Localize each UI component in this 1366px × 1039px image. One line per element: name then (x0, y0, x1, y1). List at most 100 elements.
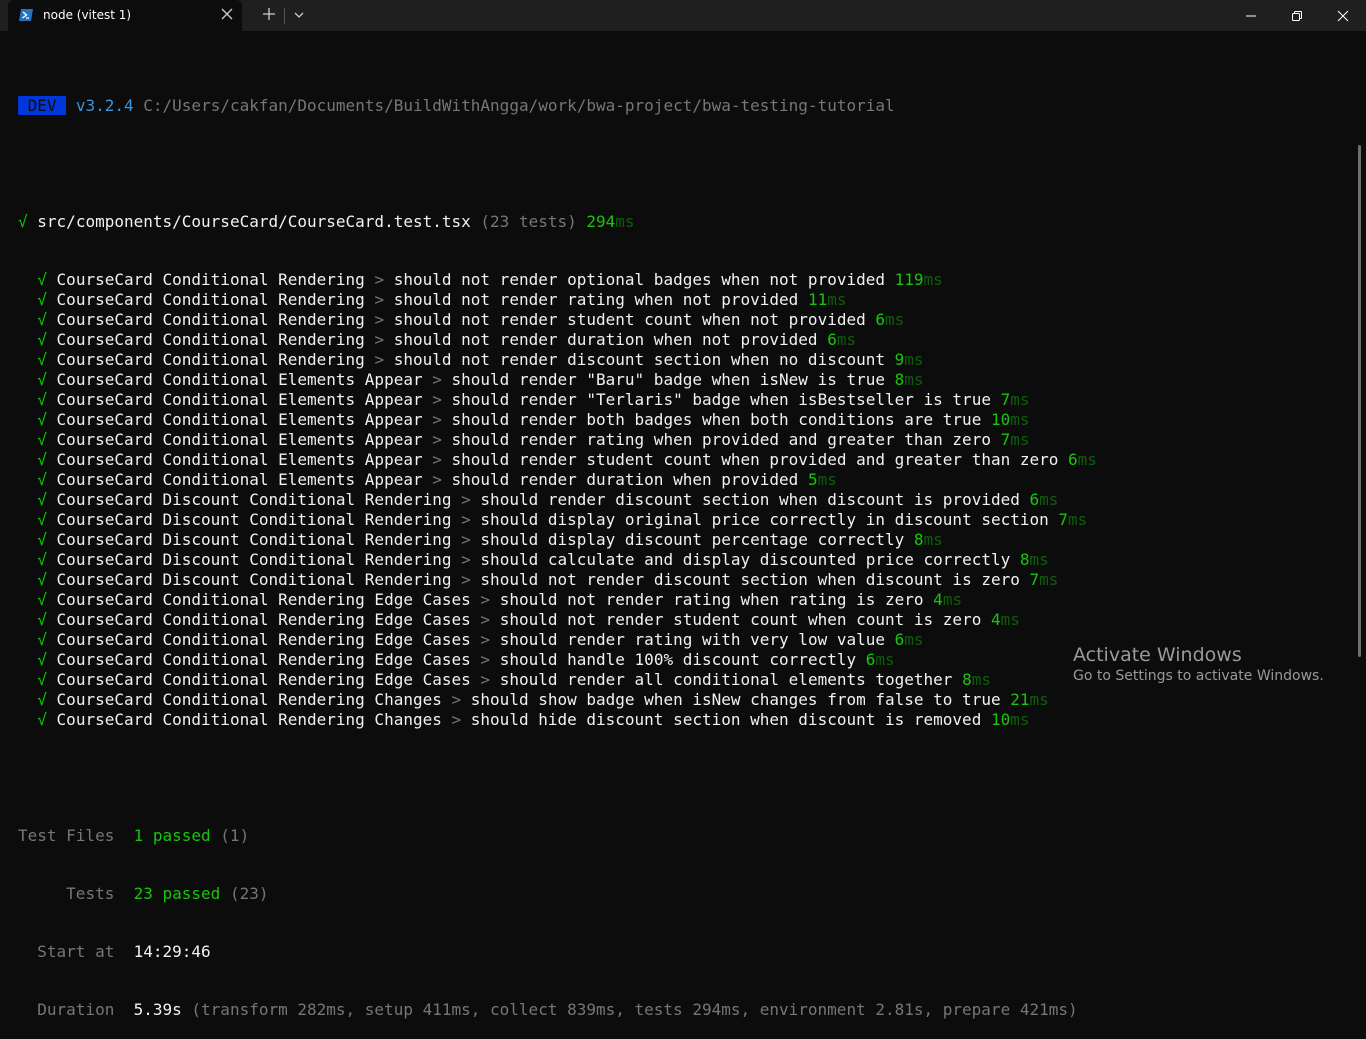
minimize-button[interactable] (1228, 0, 1274, 31)
test-result-row: √ CourseCard Conditional Rendering Chang… (18, 690, 1338, 710)
test-time: 7 (1000, 430, 1011, 449)
summary-files-passed: 1 passed (133, 826, 211, 845)
test-time-unit: ms (827, 290, 847, 309)
test-time-unit: ms (942, 590, 963, 609)
chevron-right-icon: > (374, 270, 385, 289)
test-time: 7 (1058, 510, 1069, 529)
test-suite-name: CourseCard Conditional Elements Appear (56, 470, 423, 489)
test-suite-name: CourseCard Discount Conditional Renderin… (56, 530, 452, 549)
test-result-row: √ CourseCard Conditional Elements Appear… (18, 470, 1338, 490)
minimize-icon (1246, 15, 1256, 17)
test-result-row: √ CourseCard Conditional Elements Appear… (18, 450, 1338, 470)
test-result-row: √ CourseCard Conditional Rendering > sho… (18, 330, 1338, 350)
test-time-unit: ms (904, 630, 924, 649)
check-icon: √ (37, 370, 47, 389)
test-result-row: √ CourseCard Discount Conditional Render… (18, 550, 1338, 570)
test-suite-name: CourseCard Conditional Elements Appear (56, 390, 423, 409)
summary-start-label: Start at (37, 942, 115, 961)
test-result-row: √ CourseCard Conditional Rendering Edge … (18, 610, 1338, 630)
test-suite-name: CourseCard Conditional Elements Appear (56, 410, 423, 429)
chevron-right-icon: > (374, 290, 385, 309)
test-time-unit: ms (1077, 450, 1097, 469)
powershell-icon (19, 9, 33, 21)
test-suite-name: CourseCard Conditional Rendering (56, 330, 365, 349)
test-time-unit: ms (923, 530, 943, 549)
chevron-right-icon: > (451, 690, 462, 709)
test-suite-name: CourseCard Discount Conditional Renderin… (56, 510, 452, 529)
test-time-unit: ms (836, 330, 857, 349)
terminal-output: DEV v3.2.4 C:/Users/cakfan/Documents/Bui… (18, 58, 1338, 1039)
test-suite-name: CourseCard Conditional Rendering Edge Ca… (56, 650, 471, 669)
test-time: 11 (807, 290, 828, 309)
check-icon: √ (37, 510, 47, 529)
chevron-down-icon[interactable] (290, 6, 308, 24)
terminal-tab[interactable]: node (vitest 1) (8, 0, 242, 31)
test-name: should render both badges when both cond… (451, 410, 982, 429)
test-name: should render "Terlaris" badge when isBe… (451, 390, 991, 409)
chevron-right-icon: > (432, 470, 442, 489)
file-time: 294 (586, 212, 616, 231)
close-window-button[interactable] (1320, 0, 1366, 31)
test-suite-name: CourseCard Conditional Rendering (56, 310, 365, 329)
test-time-unit: ms (1029, 690, 1049, 709)
scrollbar[interactable] (1358, 145, 1361, 657)
close-tab-icon[interactable] (219, 6, 235, 22)
test-result-row: √ CourseCard Conditional Elements Appear… (18, 390, 1338, 410)
test-suite-name: CourseCard Discount Conditional Renderin… (56, 570, 452, 589)
test-name: should render rating with very low value (499, 630, 885, 649)
summary-tests-label: Tests (66, 884, 115, 903)
chevron-right-icon: > (461, 510, 471, 529)
new-tab-icon[interactable] (259, 4, 279, 24)
test-suite-name: CourseCard Conditional Elements Appear (56, 430, 423, 449)
chevron-right-icon: > (461, 550, 471, 569)
test-suite-name: CourseCard Discount Conditional Renderin… (56, 550, 452, 569)
test-time-unit: ms (1010, 410, 1030, 429)
test-suite-name: CourseCard Discount Conditional Renderin… (56, 490, 452, 509)
test-result-row: √ CourseCard Conditional Elements Appear… (18, 410, 1338, 430)
summary-duration-value: 5.39s (133, 1000, 182, 1019)
test-file-name: src/components/CourseCard/CourseCard.tes… (37, 212, 471, 231)
test-name: should display original price correctly … (480, 510, 1049, 529)
chevron-right-icon: > (480, 590, 491, 609)
project-path: C:/Users/cakfan/Documents/BuildWithAngga… (143, 96, 895, 115)
check-icon: √ (37, 530, 47, 549)
test-suite-name: CourseCard Conditional Rendering Edge Ca… (56, 590, 471, 609)
chevron-right-icon: > (461, 530, 471, 549)
check-icon: √ (37, 590, 47, 609)
restore-button[interactable] (1274, 0, 1320, 31)
test-time: 5 (807, 470, 818, 489)
test-suite-name: CourseCard Conditional Rendering Edge Ca… (56, 610, 471, 629)
test-time-unit: ms (923, 270, 943, 289)
check-icon: √ (37, 410, 47, 429)
summary-tests-passed: 23 passed (133, 884, 221, 903)
summary-files-label: Test Files (18, 826, 115, 845)
test-result-row: √ CourseCard Conditional Rendering > sho… (18, 350, 1338, 370)
chevron-right-icon: > (432, 390, 442, 409)
test-time: 6 (894, 630, 905, 649)
test-suite-name: CourseCard Conditional Rendering Changes (56, 690, 442, 709)
test-suite-name: CourseCard Conditional Rendering (56, 270, 365, 289)
check-icon: √ (37, 390, 47, 409)
test-result-row: √ CourseCard Discount Conditional Render… (18, 530, 1338, 550)
test-result-row: √ CourseCard Discount Conditional Render… (18, 510, 1338, 530)
summary-tests: Tests 23 passed (23) (18, 884, 1338, 904)
test-name: should render student count when provide… (451, 450, 1059, 469)
test-name: should render duration when provided (451, 470, 799, 489)
test-name: should not render optional badges when n… (393, 270, 885, 289)
test-name: should not render discount section when … (480, 570, 1020, 589)
close-icon (1337, 10, 1349, 22)
chevron-right-icon: > (480, 630, 491, 649)
test-time-unit: ms (1039, 570, 1059, 589)
test-suite-name: CourseCard Conditional Rendering (56, 350, 365, 369)
chevron-right-icon: > (461, 490, 471, 509)
test-name: should not render student count when not… (393, 310, 866, 329)
test-file-line: √ src/components/CourseCard/CourseCard.t… (18, 212, 1338, 232)
title-bar: node (vitest 1) (0, 0, 1366, 31)
check-icon: √ (37, 690, 47, 709)
test-time: 6 (875, 310, 886, 329)
run-header: DEV v3.2.4 C:/Users/cakfan/Documents/Bui… (18, 96, 1338, 116)
test-result-row: √ CourseCard Conditional Elements Appear… (18, 430, 1338, 450)
test-name: should not render rating when rating is … (499, 590, 924, 609)
test-time-unit: ms (1010, 430, 1030, 449)
file-time-unit: ms (615, 212, 635, 231)
